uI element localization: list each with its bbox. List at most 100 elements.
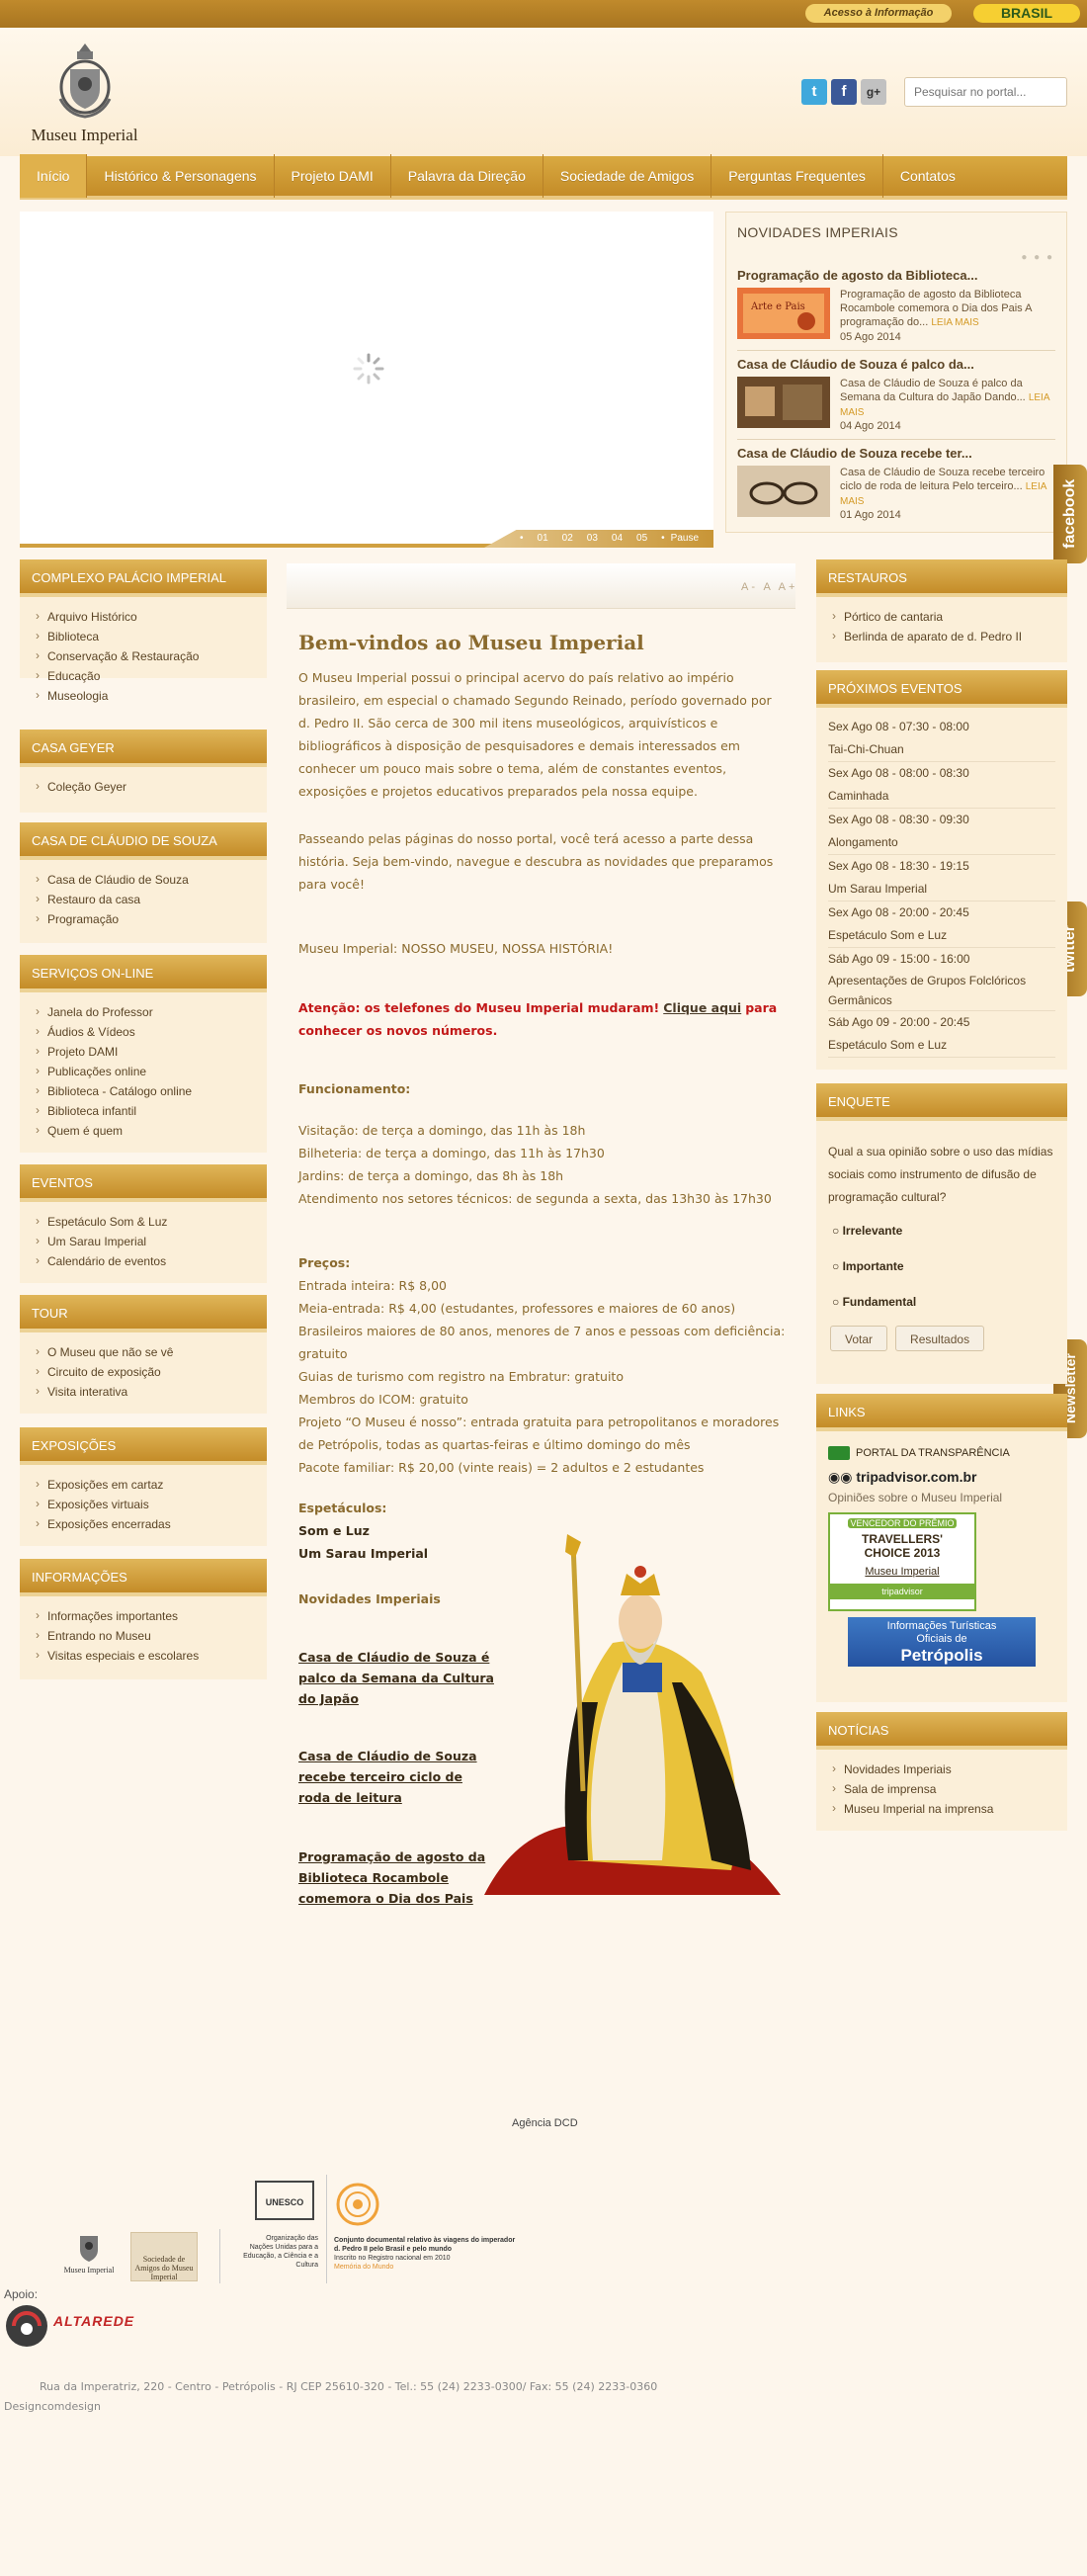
menu-link[interactable]: Programação: [34, 908, 267, 929]
menu-link[interactable]: Exposições virtuais: [34, 1494, 267, 1514]
search-input[interactable]: [904, 77, 1067, 107]
event-title[interactable]: Alongamento: [828, 831, 1055, 855]
leia-mais-link[interactable]: LEIA MAIS: [931, 317, 978, 328]
nav-inicio[interactable]: Início: [20, 154, 88, 198]
facebook-sidetab[interactable]: facebook: [1053, 465, 1087, 563]
news-item[interactable]: Programação de agosto da Biblioteca... A…: [737, 268, 1055, 351]
menu-link[interactable]: Museu Imperial na imprensa: [830, 1798, 1067, 1819]
menu-link[interactable]: Coleção Geyer: [34, 776, 267, 797]
menu-link[interactable]: Novidades Imperiais: [830, 1759, 1067, 1779]
event-title[interactable]: Tai-Chi-Chuan: [828, 738, 1055, 762]
slider-page-5[interactable]: 05: [636, 533, 647, 544]
agencia-dcd-credit[interactable]: Agência DCD: [512, 2117, 578, 2129]
facebook-icon[interactable]: f: [831, 79, 857, 105]
footer-museu-logo[interactable]: Museu Imperial: [59, 2230, 119, 2275]
news-title[interactable]: Casa de Cláudio de Souza é palco da...: [737, 357, 1055, 372]
event-title[interactable]: Apresentações de Grupos Folclóricos Germ…: [828, 971, 1055, 1011]
menu-link[interactable]: Calendário de eventos: [34, 1250, 267, 1271]
menu-link[interactable]: Restauro da casa: [34, 889, 267, 909]
votar-button[interactable]: Votar: [830, 1326, 888, 1351]
opinioes-link[interactable]: Opiniões sobre o Museu Imperial: [828, 1489, 1055, 1506]
news-thumbnail[interactable]: [737, 377, 830, 428]
event-title[interactable]: Espetáculo Som e Luz: [828, 1034, 1055, 1058]
poll-option-label[interactable]: Irrelevante: [843, 1224, 903, 1238]
menu-link[interactable]: Casa de Cláudio de Souza: [34, 869, 267, 890]
nav-historico[interactable]: Histórico & Personagens: [87, 154, 275, 198]
resultados-button[interactable]: Resultados: [895, 1326, 985, 1351]
slider-page-1[interactable]: 01: [538, 533, 548, 544]
portal-transparencia-link[interactable]: PORTAL DA TRANSPARÊNCIA: [828, 1441, 1055, 1465]
radio-icon[interactable]: ○: [832, 1295, 839, 1309]
news-thumbnail[interactable]: [737, 466, 830, 517]
menu-link[interactable]: Sala de imprensa: [830, 1778, 1067, 1799]
radio-icon[interactable]: ○: [832, 1259, 839, 1273]
menu-link[interactable]: Publicações online: [34, 1061, 267, 1081]
slider-page-4[interactable]: 04: [612, 533, 623, 544]
event-title[interactable]: Espetáculo Som e Luz: [828, 924, 1055, 948]
news-title[interactable]: Programação de agosto da Biblioteca...: [737, 268, 1055, 283]
news-title[interactable]: Casa de Cláudio de Souza recebe ter...: [737, 446, 1055, 461]
novidades-pager-icon[interactable]: ● ● ●: [1021, 252, 1054, 263]
menu-link[interactable]: Janela do Professor: [34, 1001, 267, 1022]
menu-link[interactable]: Berlinda de aparato de d. Pedro II: [830, 626, 1067, 646]
menu-link[interactable]: Conservação & Restauração: [34, 645, 267, 666]
news-thumbnail[interactable]: Arte e Pais: [737, 288, 830, 339]
menu-link[interactable]: Visitas especiais e escolares: [34, 1645, 267, 1666]
clique-aqui-link[interactable]: Clique aqui: [663, 1000, 741, 1015]
menu-link[interactable]: Informações importantes: [34, 1605, 267, 1626]
event-title[interactable]: Caminhada: [828, 785, 1055, 809]
event-title[interactable]: Um Sarau Imperial: [828, 878, 1055, 902]
novidade-link[interactable]: Casa de Cláudio de Souza recebe terceiro…: [298, 1746, 496, 1808]
menu-link[interactable]: Quem é quem: [34, 1120, 267, 1141]
nav-perguntas[interactable]: Perguntas Frequentes: [711, 154, 883, 198]
nav-contatos[interactable]: Contatos: [883, 154, 972, 198]
slider-page-2[interactable]: 02: [562, 533, 573, 544]
menu-link[interactable]: Exposições encerradas: [34, 1513, 267, 1534]
poll-option-label[interactable]: Fundamental: [843, 1295, 917, 1309]
travellers-choice-badge[interactable]: VENCEDOR DO PRÊMIO TRAVELLERS' CHOICE 20…: [828, 1512, 976, 1611]
menu-link[interactable]: Visita interativa: [34, 1381, 267, 1402]
slider-pause[interactable]: Pause: [671, 533, 699, 544]
menu-link[interactable]: Biblioteca infantil: [34, 1100, 267, 1121]
menu-link[interactable]: Circuito de exposição: [34, 1361, 267, 1382]
font-size-controls[interactable]: A- A A+: [741, 581, 797, 593]
design-credit[interactable]: Designcomdesign: [4, 2400, 101, 2413]
novidade-link[interactable]: Programação de agosto da Biblioteca Roca…: [298, 1846, 496, 1909]
menu-link[interactable]: Museologia: [34, 685, 267, 706]
poll-option-label[interactable]: Importante: [843, 1259, 904, 1273]
menu-link[interactable]: Pórtico de cantaria: [830, 606, 1067, 627]
radio-icon[interactable]: ○: [832, 1224, 839, 1238]
nav-sociedade-amigos[interactable]: Sociedade de Amigos: [544, 154, 712, 198]
brasil-link[interactable]: BRASIL: [973, 4, 1080, 23]
tripadvisor-link[interactable]: ◉◉ tripadvisor.com.br: [828, 1465, 1055, 1489]
nav-projeto-dami[interactable]: Projeto DAMI: [275, 154, 391, 198]
museu-imperial-logo[interactable]: Museu Imperial: [28, 40, 141, 150]
menu-link[interactable]: O Museu que não se vê: [34, 1341, 267, 1362]
menu-link[interactable]: Entrando no Museu: [34, 1625, 267, 1646]
google-plus-icon[interactable]: g+: [861, 79, 886, 105]
slider-page-3[interactable]: 03: [587, 533, 598, 544]
menu-link[interactable]: Educação: [34, 665, 267, 686]
sociedade-amigos-logo[interactable]: Sociedade de Amigos do Museu Imperial: [130, 2232, 198, 2281]
twitter-icon[interactable]: t: [801, 79, 827, 105]
espetaculo-item[interactable]: Som e Luz: [298, 1519, 496, 1542]
menu-link[interactable]: Exposições em cartaz: [34, 1474, 267, 1495]
menu-link[interactable]: Projeto DAMI: [34, 1041, 267, 1062]
menu-link[interactable]: Arquivo Histórico: [34, 606, 267, 627]
nav-palavra-direcao[interactable]: Palavra da Direção: [391, 154, 544, 198]
petropolis-tourism-banner[interactable]: Informações Turísticas Oficiais de Petró…: [848, 1617, 1036, 1667]
news-item[interactable]: Casa de Cláudio de Souza recebe ter... C…: [737, 446, 1055, 529]
menu-link[interactable]: Um Sarau Imperial: [34, 1231, 267, 1251]
altarede-logo[interactable]: ALTAREDE: [4, 2303, 142, 2349]
espetaculo-item[interactable]: Um Sarau Imperial: [298, 1542, 496, 1565]
logo-text: Museu Imperial: [31, 126, 138, 144]
acesso-informacao-link[interactable]: Acesso à Informação: [805, 4, 952, 23]
menu-link[interactable]: Biblioteca: [34, 626, 267, 646]
menu-link[interactable]: Áudios & Vídeos: [34, 1021, 267, 1042]
menu-link[interactable]: Biblioteca - Catálogo online: [34, 1080, 267, 1101]
novidade-link[interactable]: Casa de Cláudio de Souza é palco da Sema…: [298, 1647, 496, 1709]
menu-link[interactable]: Espetáculo Som & Luz: [34, 1211, 267, 1232]
memoria-link[interactable]: Memória do Mundo: [334, 2263, 522, 2272]
unesco-logo[interactable]: UNESCO: [255, 2181, 314, 2220]
news-item[interactable]: Casa de Cláudio de Souza é palco da... C…: [737, 357, 1055, 440]
